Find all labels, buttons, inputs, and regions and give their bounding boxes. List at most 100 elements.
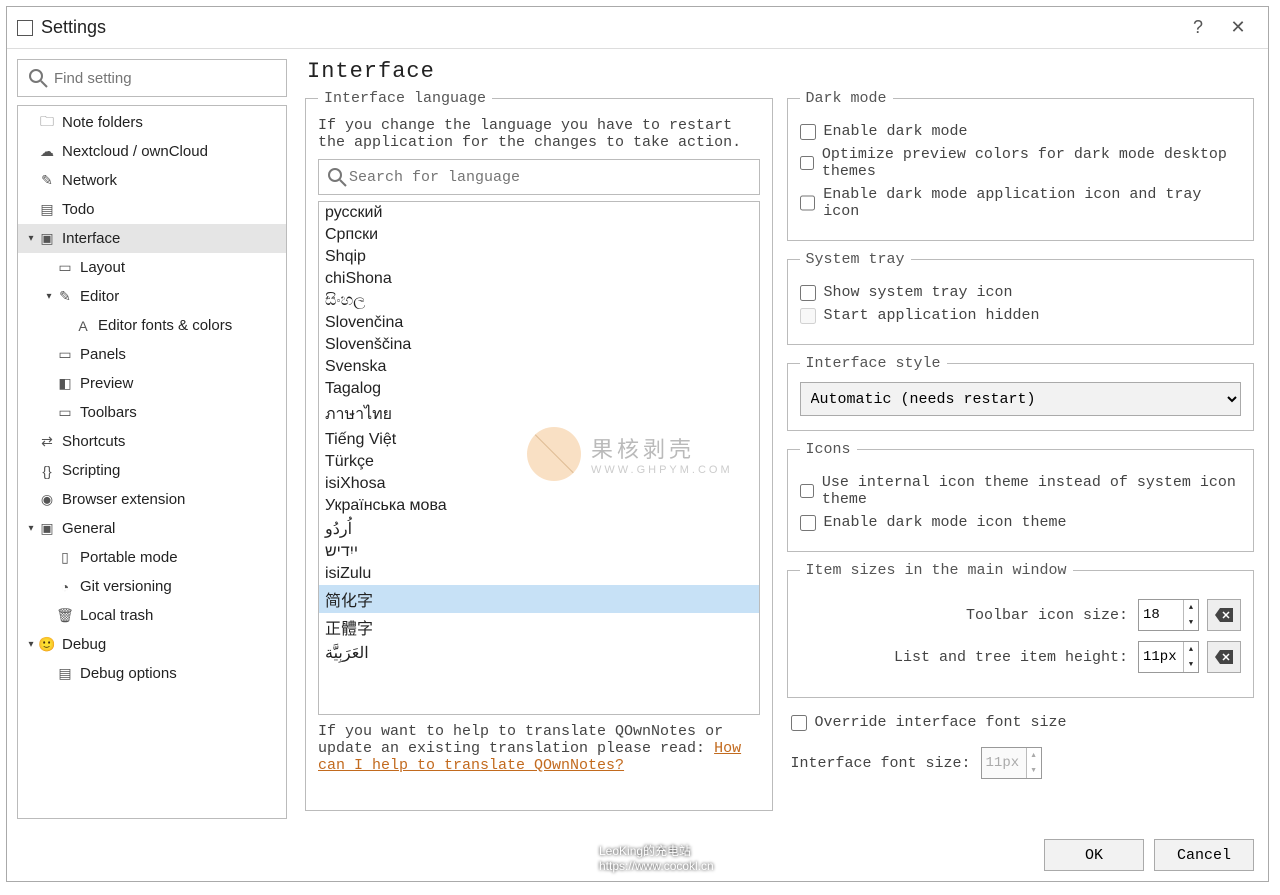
toolbar-icon-size-spinner[interactable]: ▲▼ (1138, 599, 1199, 631)
language-list[interactable]: русскийСрпскиShqipchiShonaසිංහලSlovenčin… (318, 201, 760, 715)
interface-font-size-label: Interface font size: (791, 755, 971, 772)
list-item-height-reset[interactable] (1207, 641, 1241, 673)
git-icon: ◔ (56, 578, 74, 596)
tree-item-portable-mode[interactable]: ▯Portable mode (18, 543, 286, 572)
tree-item-general[interactable]: ▾▣ General (18, 514, 286, 543)
search-icon (26, 66, 50, 90)
language-item[interactable]: Türkçe (319, 451, 759, 473)
tree-item-toolbars[interactable]: ▭Toolbars (18, 398, 286, 427)
list-item-height-label: List and tree item height: (800, 649, 1129, 666)
chevron-down-icon[interactable]: ▾ (24, 639, 38, 650)
settings-search-input[interactable] (54, 70, 278, 87)
item-sizes-group: Item sizes in the main window Toolbar ic… (787, 562, 1255, 698)
language-search-input[interactable] (349, 169, 753, 186)
dark-mode-icon-checkbox[interactable]: Enable dark mode application icon and tr… (800, 186, 1242, 220)
spinner-down-icon[interactable]: ▼ (1184, 615, 1198, 630)
tree-item-note-folders[interactable]: 🗀Note folders (18, 108, 286, 137)
tree-item-label: Debug options (80, 665, 177, 682)
interface-icon: ▣ (38, 230, 56, 248)
cloud-icon: ☁ (38, 143, 56, 161)
close-button[interactable]: ✕ (1218, 17, 1258, 38)
language-item[interactable]: isiXhosa (319, 473, 759, 495)
backspace-icon (1215, 608, 1233, 622)
language-item[interactable]: ייִדיש (319, 541, 759, 563)
language-item[interactable]: Slovenčina (319, 312, 759, 334)
language-item[interactable]: Српски (319, 224, 759, 246)
interface-style-select[interactable]: Automatic (needs restart) (800, 382, 1242, 416)
interface-style-group: Interface style Automatic (needs restart… (787, 355, 1255, 431)
spinner-up-icon[interactable]: ▲ (1184, 642, 1198, 657)
debug-options-icon: ▤ (56, 665, 74, 683)
optimize-preview-colors-checkbox[interactable]: Optimize preview colors for dark mode de… (800, 146, 1242, 180)
tree-item-debug-options[interactable]: ▤ Debug options (18, 659, 286, 688)
dark-icon-theme-checkbox[interactable]: Enable dark mode icon theme (800, 514, 1242, 531)
content-area: Interface Interface language If you chan… (297, 49, 1268, 829)
toolbar-icon-size-reset[interactable] (1207, 599, 1241, 631)
tree-item-debug[interactable]: ▾🙂Debug (18, 630, 286, 659)
tree-item-panels[interactable]: ▭Panels (18, 340, 286, 369)
language-item[interactable]: Svenska (319, 356, 759, 378)
language-item[interactable]: 正體字 (319, 613, 759, 641)
language-item[interactable]: العَرَبِيَّة (319, 641, 759, 665)
ok-button[interactable]: OK (1044, 839, 1144, 871)
tree-item-label: Scripting (62, 462, 120, 479)
language-item[interactable]: ภาษาไทย (319, 400, 759, 429)
show-tray-icon-checkbox[interactable]: Show system tray icon (800, 284, 1242, 301)
language-item[interactable]: اُردُو (319, 517, 759, 541)
language-item[interactable]: Slovenščina (319, 334, 759, 356)
language-item[interactable]: Українська мова (319, 495, 759, 517)
tree-item-scripting[interactable]: {}Scripting (18, 456, 286, 485)
tree-item-editor[interactable]: ▾✎Editor (18, 282, 286, 311)
settings-tree: 🗀Note folders ☁ Nextcloud / ownCloud ✎Netwo… (17, 105, 287, 819)
cancel-button[interactable]: Cancel (1154, 839, 1254, 871)
tree-item-nextcloud-owncloud[interactable]: ☁ Nextcloud / ownCloud (18, 137, 286, 166)
tree-item-label: Layout (80, 259, 125, 276)
tree-item-layout[interactable]: ▭Layout (18, 253, 286, 282)
tree-item-preview[interactable]: ◧Preview (18, 369, 286, 398)
tree-item-interface[interactable]: ▾▣ Interface (18, 224, 286, 253)
tree-item-label: Portable mode (80, 549, 178, 566)
tree-item-label: Browser extension (62, 491, 185, 508)
spinner-down-icon[interactable]: ▼ (1184, 657, 1198, 672)
settings-window: Settings ? ✕ 🗀Note folders☁Nextcloud / o… (6, 6, 1269, 882)
tree-item-label: Editor fonts & colors (98, 317, 232, 334)
language-search[interactable] (318, 159, 760, 195)
enable-dark-mode-checkbox[interactable]: Enable dark mode (800, 123, 1242, 140)
tree-item-network[interactable]: ✎Network (18, 166, 286, 195)
tree-item-label: Git versioning (80, 578, 172, 595)
page-title: Interface (307, 59, 1254, 84)
chevron-down-icon[interactable]: ▾ (24, 523, 38, 534)
tree-item-local-trash[interactable]: 🗑Local trash (18, 601, 286, 630)
language-item[interactable]: Tiếng Việt (319, 429, 759, 451)
override-font-size-checkbox[interactable]: Override interface font size (791, 714, 1255, 731)
language-item[interactable]: Tagalog (319, 378, 759, 400)
help-button[interactable]: ? (1178, 17, 1218, 38)
app-icon (17, 20, 33, 36)
start-hidden-checkbox: Start application hidden (800, 307, 1242, 324)
internal-icon-theme-checkbox[interactable]: Use internal icon theme instead of syste… (800, 474, 1242, 508)
language-item[interactable]: isiZulu (319, 563, 759, 585)
spinner-up-icon[interactable]: ▲ (1184, 600, 1198, 615)
tree-item-label: General (62, 520, 115, 537)
tree-item-label: Nextcloud / ownCloud (62, 143, 208, 160)
language-item[interactable]: русский (319, 202, 759, 224)
chevron-down-icon[interactable]: ▾ (24, 233, 38, 244)
tree-item-label: Local trash (80, 607, 153, 624)
tree-item-editor-fonts-colors[interactable]: AEditor fonts & colors (18, 311, 286, 340)
tree-item-label: Editor (80, 288, 119, 305)
tree-item-git-versioning[interactable]: ◔ Git versioning (18, 572, 286, 601)
general-icon: ▣ (38, 520, 56, 538)
chevron-down-icon[interactable]: ▾ (42, 291, 56, 302)
language-item[interactable]: සිංහල (319, 290, 759, 312)
language-item[interactable]: chiShona (319, 268, 759, 290)
tree-item-todo[interactable]: ▤Todo (18, 195, 286, 224)
language-item[interactable]: 简化字 (319, 585, 759, 613)
tree-item-shortcuts[interactable]: ⇄Shortcuts (18, 427, 286, 456)
settings-search[interactable] (17, 59, 287, 97)
dark-mode-group: Dark mode Enable dark mode Optimize prev… (787, 90, 1255, 241)
language-item[interactable]: Shqip (319, 246, 759, 268)
tree-item-label: Network (62, 172, 117, 189)
tree-item-label: Interface (62, 230, 120, 247)
list-item-height-spinner[interactable]: ▲▼ (1138, 641, 1199, 673)
tree-item-browser-extension[interactable]: ◉Browser extension (18, 485, 286, 514)
